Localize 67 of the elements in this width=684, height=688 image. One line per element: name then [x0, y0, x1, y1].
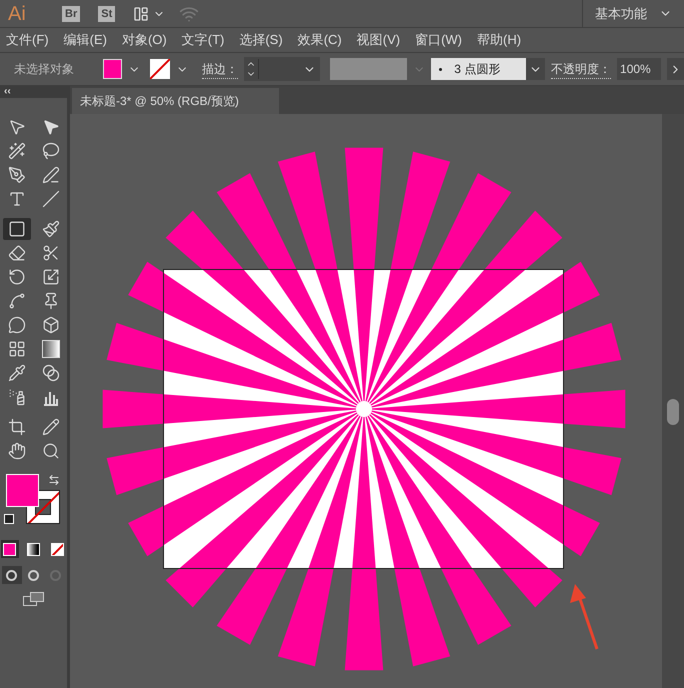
scissors-icon: [42, 244, 60, 262]
opacity-field[interactable]: 100%: [617, 58, 662, 80]
scrollbar[interactable]: [662, 114, 684, 688]
brush-field[interactable]: 3 点圆形: [431, 58, 526, 80]
menu-item[interactable]: 窗口(W): [415, 30, 462, 50]
workspace-switcher[interactable]: 基本功能: [582, 0, 684, 27]
color-mode-button[interactable]: [24, 540, 42, 558]
pointer-icon: [8, 118, 26, 136]
menu-item[interactable]: 对象(O): [122, 30, 167, 50]
paintbrush-icon: [42, 220, 60, 238]
layout-icon: [133, 6, 150, 22]
default-colors-icon[interactable]: [4, 514, 14, 524]
opacity-label[interactable]: 不透明度：: [551, 60, 612, 78]
speech-bubble-icon: [8, 316, 26, 334]
eraser-icon: [8, 244, 26, 262]
rotate-icon: [8, 268, 26, 286]
menu-item[interactable]: 效果(C): [298, 30, 342, 50]
color-mode-button[interactable]: [0, 540, 18, 558]
menu-item[interactable]: 编辑(E): [64, 30, 107, 50]
lasso-icon: [42, 142, 60, 160]
stroke-weight-field[interactable]: [244, 57, 320, 81]
box-icon: [42, 316, 60, 334]
selection-status: 未选择对象: [14, 61, 75, 78]
line-icon: [42, 190, 60, 208]
screen-mode-icon[interactable]: [22, 592, 44, 606]
fill-swatch[interactable]: [102, 59, 122, 79]
color-mode-button[interactable]: [48, 540, 66, 558]
document-tab[interactable]: 未标题-3* @ 50% (RGB/预览): [72, 88, 279, 114]
scale-icon: [42, 268, 60, 286]
menu-item[interactable]: 文字(T): [182, 30, 224, 50]
tool-button[interactable]: [2, 218, 30, 240]
menu-item[interactable]: 选择(S): [239, 30, 283, 50]
rectangle-icon: [8, 220, 26, 238]
spray-can-icon: [8, 388, 26, 406]
opacity-arrow-button[interactable]: [667, 58, 684, 80]
pencil-icon: [42, 418, 60, 436]
bridge-button[interactable]: Br: [62, 6, 80, 22]
blend-icon: [42, 364, 60, 382]
scrollbar-thumb[interactable]: [667, 399, 679, 425]
arrange-documents-button[interactable]: [133, 6, 166, 22]
pen-line-icon: [42, 166, 60, 184]
swap-icon[interactable]: [48, 474, 60, 486]
width-profile-field[interactable]: [330, 58, 407, 80]
crop-icon: [8, 418, 26, 436]
menu-item[interactable]: 文件(F): [6, 30, 49, 50]
draw-mode-button[interactable]: [2, 566, 22, 584]
gradient-icon: [42, 340, 60, 358]
brush-name: 3 点圆形: [454, 61, 500, 78]
brush-dropdown-button[interactable]: [526, 58, 546, 80]
workspace-name: 基本功能: [595, 4, 647, 23]
arrow-annotation: [570, 584, 598, 650]
search-icon: [42, 442, 60, 460]
spline-icon: [8, 292, 26, 310]
stock-button[interactable]: St: [98, 6, 116, 22]
type-icon: [8, 190, 26, 208]
grid-icon: [8, 340, 26, 358]
collapse-button[interactable]: ‹‹: [4, 87, 11, 97]
pen-icon: [8, 166, 26, 184]
no-stroke-swatch[interactable]: [150, 59, 170, 79]
wand-icon: [8, 142, 26, 160]
menu-item[interactable]: 帮助(H): [477, 30, 522, 50]
menu-item[interactable]: 视图(V): [356, 30, 400, 50]
hand-icon: [8, 442, 26, 460]
filled-pointer-icon: [42, 118, 60, 136]
stroke-label[interactable]: 描边：: [202, 60, 238, 78]
app-logo: Ai: [8, 2, 27, 26]
eyedropper-icon: [8, 364, 26, 382]
